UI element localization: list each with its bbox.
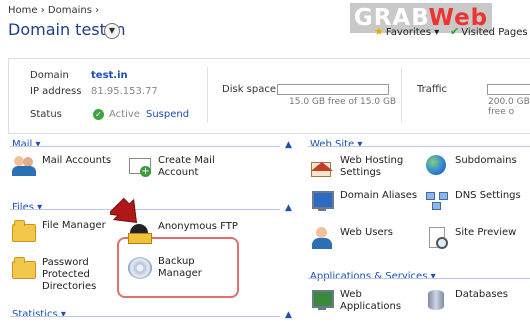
collapse-files-icon[interactable]: ▲	[285, 203, 292, 213]
file-manager-item[interactable]: File Manager	[12, 219, 112, 245]
breadcrumb-domains[interactable]: Domains	[48, 5, 92, 16]
title-menu-toggle[interactable]: ▼	[104, 23, 120, 39]
disk-space-bar	[277, 84, 389, 95]
section-divider	[10, 316, 280, 317]
folder-icon	[12, 219, 36, 243]
mail-accounts-icon	[12, 154, 36, 178]
monitor-icon	[310, 189, 334, 213]
divider	[401, 67, 402, 123]
arrow-pointer-icon	[110, 197, 138, 224]
web-applications-icon	[310, 288, 334, 312]
suspend-link[interactable]: Suspend	[146, 109, 189, 120]
house-icon	[310, 154, 334, 178]
section-divider	[10, 146, 280, 147]
subdomains-item[interactable]: Subdomains	[425, 154, 525, 180]
disk-space-label: Disk space	[222, 84, 276, 95]
globe-icon	[425, 154, 449, 178]
create-mail-icon: +	[128, 154, 152, 178]
active-status-icon: ✓	[93, 109, 104, 120]
site-preview-icon	[425, 226, 449, 250]
status-value: Active	[109, 109, 140, 120]
web-user-icon	[310, 226, 334, 250]
ip-value: 81.95.153.77	[91, 86, 158, 97]
section-mail-header[interactable]: Mail ▾	[12, 139, 41, 150]
checkmark-icon: ✔	[450, 25, 460, 38]
breadcrumb: Home › Domains ›	[8, 5, 99, 16]
backup-disc-icon	[128, 255, 152, 279]
favorites-menu[interactable]: ★ Favorites ▾	[374, 25, 439, 38]
ip-label: IP address	[30, 86, 82, 97]
database-icon	[425, 288, 449, 312]
web-applications-item[interactable]: Web Applications	[310, 288, 425, 314]
web-hosting-settings-item[interactable]: Web Hosting Settings	[310, 154, 420, 184]
domain-aliases-item[interactable]: Domain Aliases	[310, 189, 420, 215]
breadcrumb-sep: ›	[95, 5, 100, 16]
backup-manager-item[interactable]: Backup Manager	[128, 255, 234, 281]
databases-item[interactable]: Databases	[425, 288, 530, 314]
section-website-header[interactable]: Web Site ▾	[310, 139, 362, 150]
password-protected-directories-item[interactable]: Password Protected Directories	[12, 256, 112, 296]
traffic-label: Traffic	[417, 84, 448, 95]
status-label: Status	[30, 109, 62, 120]
locked-folder-icon	[12, 256, 36, 280]
breadcrumb-sep: ›	[40, 5, 45, 16]
mail-accounts-item[interactable]: Mail Accounts	[12, 154, 112, 180]
section-files-header[interactable]: Files ▾	[12, 202, 42, 213]
star-icon: ★	[374, 25, 384, 38]
collapse-statistics-icon[interactable]: ▲	[285, 310, 292, 320]
dns-settings-item[interactable]: DNS Settings	[425, 189, 530, 215]
section-apps-header[interactable]: Applications & Services ▾	[310, 271, 436, 282]
domain-label: Domain	[30, 70, 69, 81]
domain-value[interactable]: test.in	[91, 70, 128, 81]
web-users-item[interactable]: Web Users	[310, 226, 420, 252]
section-statistics-header[interactable]: Statistics ▾	[12, 309, 66, 320]
section-divider	[308, 146, 530, 147]
divider	[207, 67, 208, 123]
disk-space-caption: 15.0 GB free of 15.0 GB	[289, 97, 397, 107]
network-icon	[425, 189, 449, 213]
section-divider	[308, 278, 530, 279]
collapse-mail-icon[interactable]: ▲	[285, 140, 292, 150]
create-mail-account-item[interactable]: + Create Mail Account	[128, 154, 238, 184]
site-preview-item[interactable]: Site Preview	[425, 226, 530, 252]
breadcrumb-home[interactable]: Home	[8, 5, 38, 16]
visited-pages-menu[interactable]: ✔Visited Pages ▾	[450, 25, 530, 38]
domain-info-panel: Domain test.in IP address 81.95.153.77 S…	[8, 58, 530, 134]
traffic-bar	[487, 84, 530, 95]
header: Home › Domains › Domain test.in ▼ GRABWe…	[0, 0, 530, 50]
traffic-caption: 200.0 GB free o	[488, 97, 530, 117]
